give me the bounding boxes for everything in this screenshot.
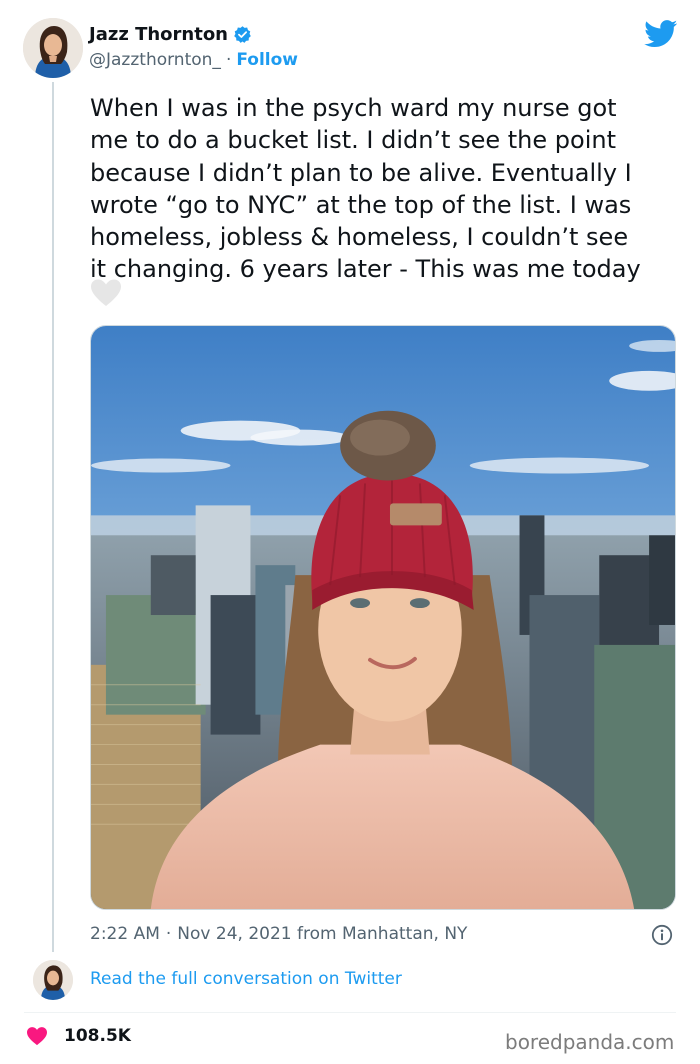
author-handle-row: @Jazzthornton_ · Follow [89, 50, 298, 70]
avatar-small[interactable] [33, 960, 73, 1000]
tweet-date-location[interactable]: Nov 24, 2021 from Manhattan, NY [177, 924, 467, 944]
verified-badge-icon [233, 25, 252, 44]
white-heart-icon [90, 278, 122, 308]
tweet-time[interactable]: 2:22 AM [90, 924, 160, 944]
twitter-bird-icon[interactable] [644, 20, 678, 48]
watermark: boredpanda.com [505, 1030, 675, 1054]
info-icon[interactable] [651, 924, 673, 946]
thread-line [52, 82, 54, 952]
read-conversation-link[interactable]: Read the full conversation on Twitter [90, 969, 402, 989]
author-handle[interactable]: @Jazzthornton_ [89, 50, 221, 70]
author-name[interactable]: Jazz Thornton [89, 24, 228, 45]
tweet-photo[interactable] [90, 325, 676, 910]
heart-icon[interactable] [26, 1026, 48, 1046]
tweet-meta: 2:22 AM · Nov 24, 2021 from Manhattan, N… [90, 924, 467, 944]
tweet-text: When I was in the psych ward my nurse go… [90, 94, 641, 284]
author-name-row: Jazz Thornton [89, 24, 252, 45]
meta-separator: · [165, 924, 172, 944]
handle-separator: · [225, 50, 232, 70]
follow-button[interactable]: Follow [236, 50, 298, 70]
like-count: 108.5K [64, 1026, 131, 1046]
avatar[interactable] [23, 18, 83, 78]
divider [24, 1012, 676, 1013]
likes-row[interactable]: 108.5K [26, 1026, 131, 1046]
